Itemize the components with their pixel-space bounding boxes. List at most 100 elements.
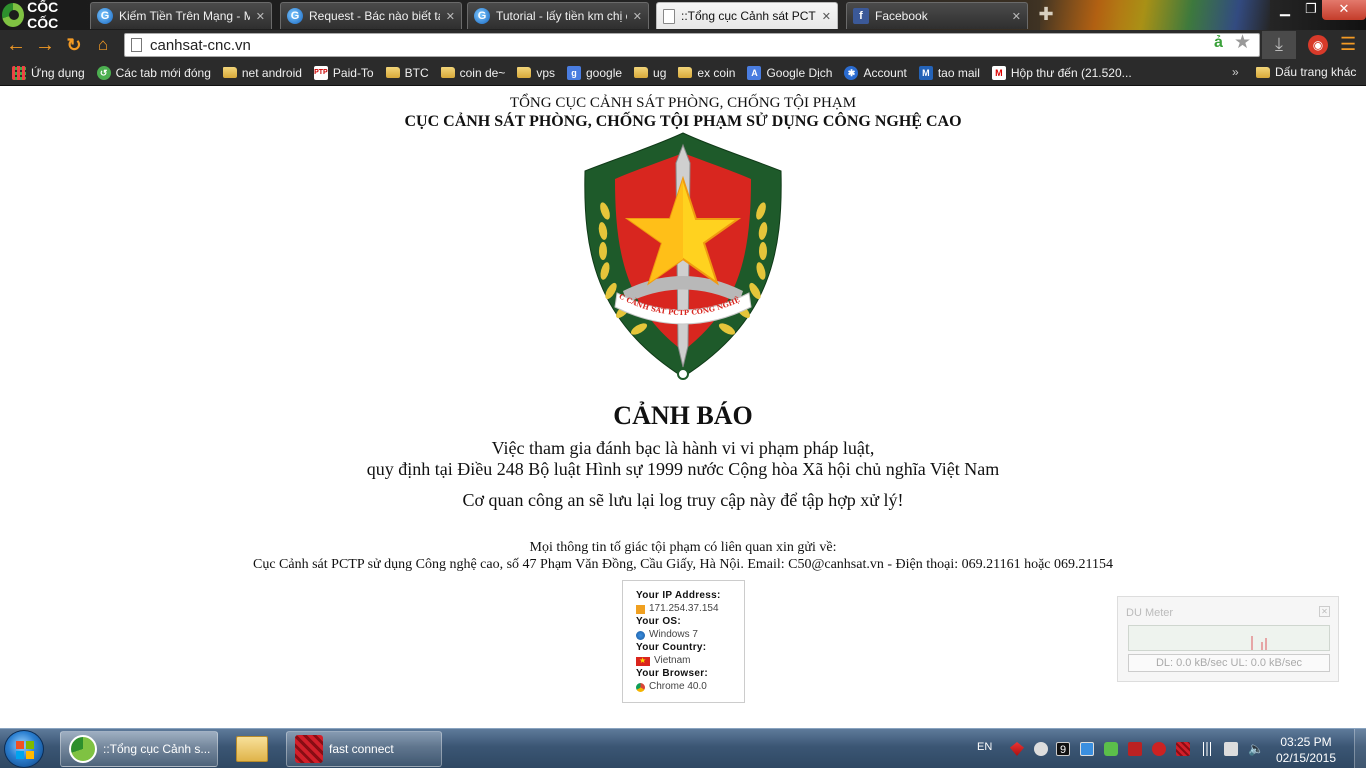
bookmark-label: coin de~: [459, 65, 506, 80]
visitor-info-box: Your IP Address: 171.254.37.154 Your OS:…: [622, 580, 745, 703]
bookmark-ex-coin[interactable]: ex coin: [672, 61, 741, 85]
bookmark-paid-to[interactable]: PTP Paid-To: [308, 61, 380, 85]
back-button[interactable]: ←: [4, 34, 28, 56]
volume-icon[interactable]: 🔈: [1248, 742, 1264, 756]
tray-fast-connect-icon[interactable]: [1176, 742, 1190, 756]
clock-time[interactable]: 03:25 PM: [1270, 735, 1342, 749]
menu-icon[interactable]: ☰: [1340, 34, 1356, 55]
tray-badge-icon[interactable]: 9: [1056, 742, 1070, 756]
tray-shield-icon[interactable]: [1104, 742, 1118, 756]
bookmark-star-icon[interactable]: ★: [1234, 31, 1251, 54]
bookmark-ug[interactable]: ug: [628, 61, 672, 85]
bookmark-google-dich[interactable]: A Google Dịch: [741, 61, 838, 85]
bookmark-recent-tabs[interactable]: ↺ Các tab mới đóng: [91, 61, 217, 85]
graph-spike: [1265, 638, 1267, 650]
folder-icon: [440, 67, 455, 78]
du-meter-title: DU Meter: [1126, 607, 1174, 619]
folder-icon: [517, 67, 532, 78]
tray-e-icon[interactable]: [1080, 742, 1094, 756]
close-icon[interactable]: ✕: [446, 10, 455, 23]
bookmark-btc[interactable]: BTC: [380, 61, 435, 85]
bookmark-label: Ứng dụng: [31, 65, 85, 80]
tab-kiem-tien[interactable]: G Kiếm Tiền Trên Mạng - M ✕: [90, 2, 272, 29]
taskbar-item-label: fast connect: [329, 742, 394, 756]
forward-button[interactable]: →: [33, 34, 57, 56]
tab-facebook[interactable]: f Facebook ✕: [846, 2, 1028, 29]
tab-canhsat[interactable]: ::Tổng cục Cảnh sát PCTP ✕: [656, 2, 838, 29]
close-icon[interactable]: ✕: [256, 10, 265, 23]
du-meter-widget[interactable]: DU Meter ✕ DL: 0.0 kB/sec UL: 0.0 kB/sec: [1117, 596, 1339, 682]
bookmark-google[interactable]: g google: [561, 61, 628, 85]
tray-minus-icon[interactable]: [1034, 742, 1048, 756]
ip-label: Your IP Address:: [636, 590, 721, 601]
taskbar-item-fast-connect[interactable]: fast connect: [286, 731, 442, 767]
other-bookmarks-label: Dấu trang khác: [1275, 65, 1357, 79]
home-button[interactable]: ⌂: [91, 34, 115, 56]
graph-spike: [1251, 636, 1253, 650]
extension-icon[interactable]: ◉: [1308, 35, 1328, 55]
du-meter-rates: DL: 0.0 kB/sec UL: 0.0 kB/sec: [1128, 654, 1330, 672]
other-bookmarks[interactable]: Dấu trang khác: [1252, 60, 1360, 84]
m-icon: M: [918, 65, 933, 80]
folder-icon: [222, 67, 237, 78]
bookmark-label: Paid-To: [332, 65, 374, 80]
taskbar-item-explorer[interactable]: [224, 731, 280, 767]
country-row: Vietnam: [636, 654, 744, 668]
bookmark-account[interactable]: ✱ Account: [838, 61, 912, 85]
browser-brand[interactable]: CỐC CỐC: [0, 0, 88, 30]
bookmark-coin-de[interactable]: coin de~: [435, 61, 512, 85]
clock-date[interactable]: 02/15/2015: [1270, 751, 1342, 765]
start-button[interactable]: [4, 730, 44, 768]
address-bar[interactable]: [124, 33, 1260, 57]
bookmark-tao-mail[interactable]: Mtao mail: [913, 61, 986, 85]
tray-device-icon[interactable]: [1224, 742, 1238, 756]
bookmark-label: ug: [653, 65, 667, 80]
tab-title: Request - Bác nào biết tạo: [309, 9, 440, 23]
tray-security-icon[interactable]: [1152, 742, 1166, 756]
tray-app-icon[interactable]: [1010, 742, 1024, 756]
new-tab-button[interactable]: ✚: [1036, 5, 1056, 24]
show-desktop-button[interactable]: [1354, 729, 1366, 768]
tab-title: Tutorial - lấy tiền km chị c: [496, 9, 627, 23]
taskbar-item-browser[interactable]: ::Tổng cục Cảnh s...: [60, 731, 218, 767]
police-emblem-icon: CỤC CẢNH SÁT PCTP CÔNG NGHỆ CAO: [583, 131, 782, 380]
bookmark-net-android[interactable]: net android: [217, 61, 308, 85]
close-window-button[interactable]: ✕: [1322, 0, 1366, 20]
close-icon[interactable]: ✕: [822, 10, 831, 23]
url-input[interactable]: [150, 36, 1150, 54]
du-meter-graph: [1128, 625, 1330, 651]
ip-value: 171.254.37.154: [649, 603, 719, 614]
folder-icon: [385, 67, 400, 78]
close-icon[interactable]: ✕: [633, 10, 642, 23]
bookmark-label: Các tab mới đóng: [115, 65, 211, 80]
language-indicator[interactable]: EN: [977, 741, 992, 753]
chrome-icon: [636, 682, 645, 692]
tab-tutorial[interactable]: G Tutorial - lấy tiền km chị c ✕: [467, 2, 649, 29]
bookmark-inbox[interactable]: M Hộp thư đến (21.520...: [986, 61, 1138, 85]
windows-taskbar: ::Tổng cục Cảnh s... fast connect EN 9 🔈…: [0, 728, 1366, 768]
bookmark-label: ex coin: [697, 65, 736, 80]
org-line-1: TỔNG CỤC CẢNH SÁT PHÒNG, CHỐNG TỘI PHẠM: [509, 95, 857, 111]
tray-network-error-icon[interactable]: [1128, 742, 1142, 756]
browser-row: Chrome 40.0: [636, 680, 744, 694]
page-icon: [131, 38, 142, 52]
reload-button[interactable]: ↻: [62, 34, 86, 56]
close-icon[interactable]: ✕: [1012, 10, 1021, 23]
tab-request[interactable]: G Request - Bác nào biết tạo ✕: [280, 2, 462, 29]
bookmarks-overflow-icon[interactable]: »: [1232, 65, 1239, 79]
vietnam-flag-icon: [636, 654, 650, 668]
google-icon: g: [567, 65, 581, 80]
close-icon[interactable]: ✕: [1319, 606, 1330, 617]
bookmark-vps[interactable]: vps: [511, 61, 561, 85]
coccoc-icon: [69, 735, 97, 763]
browser-value: Chrome 40.0: [649, 681, 707, 692]
signal-icon[interactable]: [1200, 742, 1214, 756]
contact-line-1: Mọi thông tin tố giác tội phạm có liên q…: [529, 540, 837, 555]
bookmark-apps[interactable]: Ứng dụng: [6, 61, 91, 85]
org-line-2: CỤC CẢNH SÁT PHÒNG, CHỐNG TỘI PHẠM SỬ DỤ…: [404, 113, 962, 130]
download-button[interactable]: ⤓: [1262, 31, 1296, 59]
account-icon: ✱: [844, 65, 859, 80]
translate-icon[interactable]: ả: [1214, 34, 1223, 52]
graph-spike: [1261, 642, 1263, 650]
ip-row: 171.254.37.154: [636, 602, 744, 616]
